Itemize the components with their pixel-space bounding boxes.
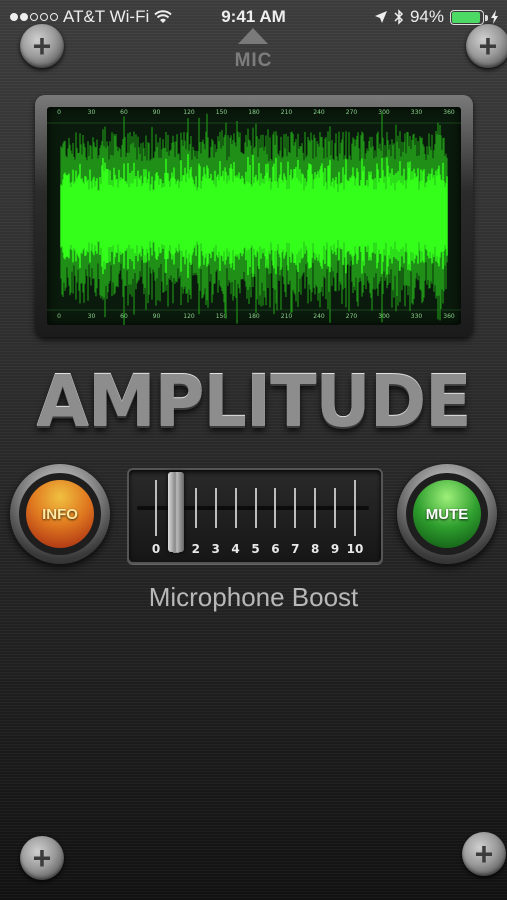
info-button[interactable]: INFO <box>10 464 110 564</box>
mute-button[interactable]: MUTE <box>397 464 497 564</box>
slider-tick <box>254 488 257 528</box>
slider-tick <box>194 488 197 528</box>
slider-tick <box>234 488 237 528</box>
slider-tick <box>274 488 277 528</box>
slider-tick-label: 4 <box>231 542 240 556</box>
charging-bolt-icon <box>491 10 498 24</box>
app-logo: AMPLITUDE <box>0 361 507 444</box>
slider-tick <box>334 488 337 528</box>
battery-percent: 94% <box>409 7 444 26</box>
slider-tick-label: 10 <box>346 542 364 556</box>
slider-tick <box>314 488 317 528</box>
slider-tick-label: 8 <box>311 542 320 556</box>
slider-tick <box>354 480 356 536</box>
mute-button-label: MUTE <box>413 480 481 548</box>
slider-tick-label: 3 <box>211 542 220 556</box>
microphone-boost-slider[interactable]: 012345678910 <box>127 468 383 564</box>
slider-tick <box>214 488 217 528</box>
slider-tick-label: 9 <box>330 542 340 556</box>
waveform-graphic <box>47 113 461 325</box>
slider-tick <box>294 488 297 528</box>
slider-handle[interactable] <box>167 472 184 552</box>
waveform-display: 0306090120150180210240270300330360 03060… <box>35 95 473 337</box>
bluetooth-icon <box>394 9 404 25</box>
location-icon <box>374 11 387 23</box>
slider-tick-label: 0 <box>151 542 161 556</box>
slider-tick-label: 2 <box>191 542 200 556</box>
slider-tick-label: 6 <box>271 542 280 556</box>
info-button-label: INFO <box>26 480 94 548</box>
battery-icon <box>450 9 488 25</box>
logo-text: AMPLITUDE <box>36 361 471 444</box>
slider-tick-label: 5 <box>251 542 260 556</box>
screw-bottom-right-icon: + <box>462 832 506 876</box>
screw-bottom-left-icon: + <box>20 836 64 880</box>
slider-tick-label: 7 <box>291 542 300 556</box>
waveform-screen: 0306090120150180210240270300330360 03060… <box>47 107 461 325</box>
slider-tick <box>155 480 157 536</box>
mic-up-arrow-icon <box>238 28 268 44</box>
mic-label: MIC <box>234 50 273 71</box>
microphone-boost-label: Microphone Boost <box>148 582 359 612</box>
